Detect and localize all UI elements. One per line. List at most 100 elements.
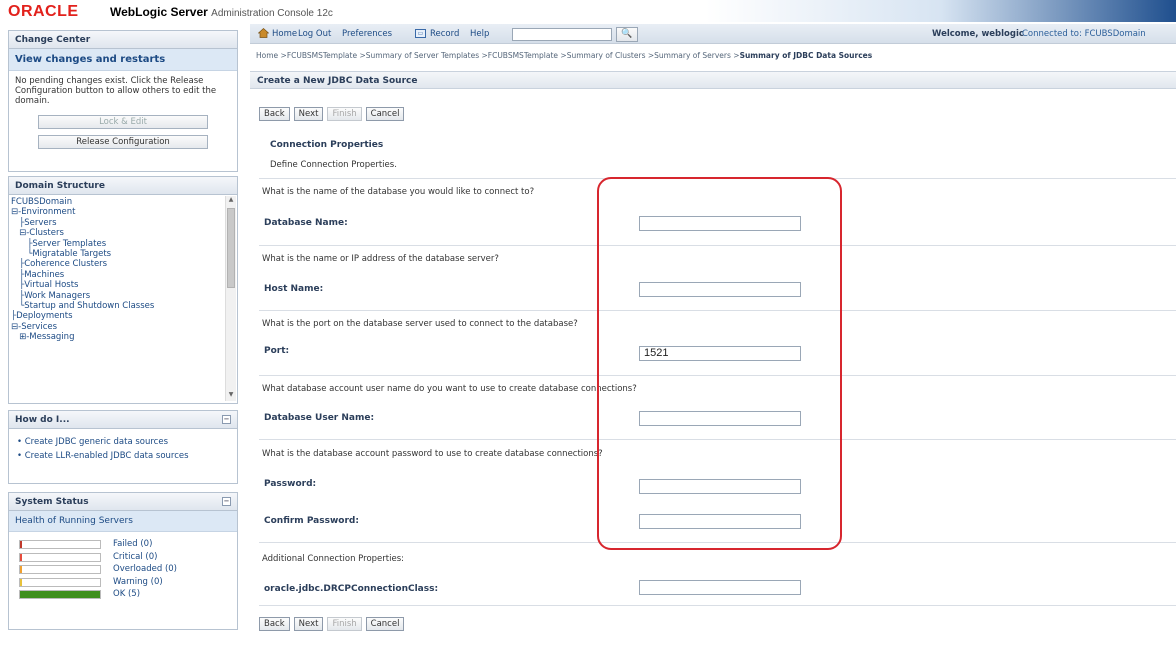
additional-properties-label: Additional Connection Properties: bbox=[262, 554, 404, 564]
record-link[interactable]: Record bbox=[430, 29, 459, 39]
domain-tree: FCUBSDomain ⊟-Environment ├Servers ⊟-Clu… bbox=[9, 195, 237, 403]
password-input[interactable] bbox=[639, 479, 801, 494]
tree-item[interactable]: FCUBSDomain bbox=[11, 197, 237, 207]
health-label[interactable]: Failed (0) bbox=[113, 539, 152, 549]
product-subtitle: Administration Console 12c bbox=[211, 8, 333, 19]
health-label[interactable]: Critical (0) bbox=[113, 552, 157, 562]
database-user-input[interactable] bbox=[639, 411, 801, 426]
database-name-input[interactable] bbox=[639, 216, 801, 231]
section-description: Define Connection Properties. bbox=[270, 160, 397, 170]
scroll-thumb[interactable] bbox=[227, 208, 235, 288]
finish-button[interactable]: Finish bbox=[327, 107, 362, 121]
lock-edit-button[interactable]: Lock & Edit bbox=[38, 115, 208, 129]
health-bar bbox=[19, 590, 101, 599]
howto-link[interactable]: • Create LLR-enabled JDBC data sources bbox=[9, 447, 237, 461]
tree-item[interactable]: ├Virtual Hosts bbox=[11, 280, 237, 290]
health-bar bbox=[19, 552, 101, 562]
search-input[interactable] bbox=[512, 28, 612, 41]
label-drcp-class: oracle.jdbc.DRCPConnectionClass: bbox=[264, 584, 439, 594]
connected-to: Connected to: FCUBSDomain bbox=[1022, 29, 1146, 39]
cancel-button[interactable]: Cancel bbox=[365, 107, 405, 121]
health-label[interactable]: Overloaded (0) bbox=[113, 564, 177, 574]
health-subtitle: Health of Running Servers bbox=[9, 511, 237, 532]
label-database-user: Database User Name: bbox=[264, 413, 375, 423]
label-confirm-password: Confirm Password: bbox=[264, 516, 359, 526]
next-button[interactable]: Next bbox=[293, 107, 324, 121]
how-do-i-panel: How do I... − • Create JDBC generic data… bbox=[8, 410, 238, 484]
page-title: Create a New JDBC Data Source bbox=[250, 71, 1176, 89]
highlight-annotation bbox=[597, 177, 842, 550]
record-icon[interactable]: ▭ bbox=[415, 29, 426, 38]
question-port: What is the port on the database server … bbox=[262, 319, 578, 329]
howto-link[interactable]: • Create JDBC generic data sources bbox=[9, 429, 237, 447]
product-title: WebLogic Server Administration Console 1… bbox=[110, 5, 333, 19]
confirm-password-input[interactable] bbox=[639, 514, 801, 529]
preferences-link[interactable]: Preferences bbox=[342, 29, 392, 39]
view-changes-link[interactable]: View changes and restarts bbox=[9, 49, 237, 71]
divider bbox=[259, 439, 1176, 440]
tree-item[interactable]: ⊞-Messaging bbox=[11, 332, 237, 342]
tree-item[interactable]: ├Coherence Clusters bbox=[11, 259, 237, 269]
host-name-input[interactable] bbox=[639, 282, 801, 297]
health-bar bbox=[19, 540, 101, 549]
back-button[interactable]: Back bbox=[259, 617, 290, 631]
question-password: What is the database account password to… bbox=[262, 449, 603, 459]
collapse-icon[interactable]: − bbox=[222, 497, 231, 506]
breadcrumb-path[interactable]: Home >FCUBSMSTemplate >Summary of Server… bbox=[256, 51, 740, 60]
health-fill bbox=[20, 578, 22, 586]
home-icon[interactable] bbox=[258, 28, 269, 38]
tree-item[interactable]: ├Servers bbox=[11, 218, 237, 228]
howto-link-label[interactable]: Create JDBC generic data sources bbox=[25, 437, 168, 447]
oracle-logo: ORACLE bbox=[8, 3, 79, 20]
breadcrumb-current: Summary of JDBC Data Sources bbox=[739, 51, 873, 60]
global-toolbar: Home Log Out Preferences ▭ Record Help 🔍… bbox=[250, 24, 1176, 44]
back-button[interactable]: Back bbox=[259, 107, 290, 121]
system-status-title: System Status − bbox=[9, 493, 237, 511]
search-icon[interactable]: 🔍 bbox=[616, 27, 638, 42]
finish-button[interactable]: Finish bbox=[327, 617, 362, 631]
tree-item[interactable]: └Startup and Shutdown Classes bbox=[11, 301, 237, 311]
wizard-buttons-bottom: Back Next Finish Cancel bbox=[259, 617, 405, 631]
health-row: OK (5) bbox=[19, 588, 237, 601]
tree-scrollbar[interactable]: ▲ ▼ bbox=[225, 196, 236, 401]
howto-link-label[interactable]: Create LLR-enabled JDBC data sources bbox=[25, 451, 189, 461]
cancel-button[interactable]: Cancel bbox=[365, 617, 405, 631]
tree-item[interactable]: ├Server Templates bbox=[11, 239, 237, 249]
change-center-panel: Change Center View changes and restarts … bbox=[8, 30, 238, 172]
tree-item[interactable]: ├Machines bbox=[11, 270, 237, 280]
change-center-message: No pending changes exist. Click the Rele… bbox=[15, 76, 217, 106]
collapse-icon[interactable]: − bbox=[222, 415, 231, 424]
tree-item[interactable]: ⊟-Clusters bbox=[11, 228, 237, 238]
divider bbox=[259, 542, 1176, 543]
release-configuration-button[interactable]: Release Configuration bbox=[38, 135, 208, 149]
next-button[interactable]: Next bbox=[293, 617, 324, 631]
health-row: Warning (0) bbox=[19, 576, 237, 589]
health-fill bbox=[20, 553, 22, 561]
scroll-down-icon[interactable]: ▼ bbox=[226, 391, 236, 401]
how-do-i-title: How do I... − bbox=[9, 411, 237, 429]
health-row: Critical (0) bbox=[19, 551, 237, 564]
logout-link[interactable]: Log Out bbox=[298, 29, 331, 39]
label-host-name: Host Name: bbox=[264, 284, 324, 294]
health-label[interactable]: Warning (0) bbox=[113, 577, 163, 587]
port-input[interactable]: 1521 bbox=[639, 346, 801, 361]
how-do-i-label: How do I... bbox=[15, 415, 70, 425]
health-label[interactable]: OK (5) bbox=[113, 589, 140, 599]
change-center-title: Change Center bbox=[9, 31, 237, 49]
tree-item[interactable]: ⊟-Environment bbox=[11, 207, 237, 217]
home-link[interactable]: Home bbox=[272, 29, 297, 39]
tree-item[interactable]: ⊟-Services bbox=[11, 322, 237, 332]
domain-structure-title: Domain Structure bbox=[9, 177, 237, 195]
health-fill bbox=[20, 566, 22, 573]
health-bar bbox=[19, 565, 101, 574]
help-link[interactable]: Help bbox=[470, 29, 489, 39]
tree-item[interactable]: ├Work Managers bbox=[11, 291, 237, 301]
domain-structure-panel: Domain Structure FCUBSDomain ⊟-Environme… bbox=[8, 176, 238, 404]
drcp-class-input[interactable] bbox=[639, 580, 801, 595]
scroll-up-icon[interactable]: ▲ bbox=[226, 196, 236, 206]
tree-item[interactable]: └Migratable Targets bbox=[11, 249, 237, 259]
divider bbox=[259, 310, 1176, 311]
breadcrumb: Home >FCUBSMSTemplate >Summary of Server… bbox=[256, 51, 872, 60]
tree-item[interactable]: ├Deployments bbox=[11, 311, 237, 321]
health-row: Failed (0) bbox=[19, 538, 237, 551]
